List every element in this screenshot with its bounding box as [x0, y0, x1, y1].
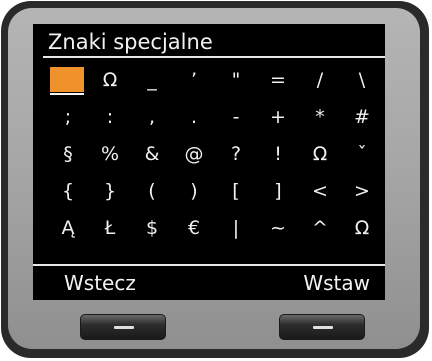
title-divider — [43, 56, 385, 58]
char-cell[interactable]: ^ — [299, 210, 341, 247]
char-cell[interactable]: $ — [131, 210, 173, 247]
char-cell[interactable]: > — [341, 173, 383, 210]
char-cell[interactable]: Ą — [47, 210, 89, 247]
softkey-divider — [33, 264, 385, 266]
selection-highlight — [50, 67, 84, 92]
char-cell[interactable]: Ω — [299, 136, 341, 173]
screen-title: Znaki specjalne — [48, 30, 213, 54]
char-cell[interactable]: | — [215, 210, 257, 247]
char-cell[interactable]: ’ — [173, 62, 215, 99]
char-cell[interactable]: } — [89, 173, 131, 210]
grid-row-3: § % & @ ? ! Ω ˇ — [47, 136, 383, 173]
char-cell[interactable]: & — [131, 136, 173, 173]
char-cell[interactable]: " — [215, 62, 257, 99]
grid-row-4: { } ( ) [ ] < > — [47, 173, 383, 210]
minus-icon — [114, 326, 134, 329]
char-cell[interactable]: % — [89, 136, 131, 173]
char-cell[interactable]: _ — [131, 62, 173, 99]
char-cell[interactable]: ) — [173, 173, 215, 210]
char-cell[interactable]: : — [89, 99, 131, 136]
right-softkey-button[interactable] — [279, 314, 365, 340]
grid-row-2: ; : , . - + * # — [47, 99, 383, 136]
left-softkey-button[interactable] — [80, 314, 166, 340]
char-cell[interactable]: ? — [215, 136, 257, 173]
char-cell[interactable]: \ — [341, 62, 383, 99]
char-cell[interactable]: - — [215, 99, 257, 136]
display-screen: Znaki specjalne Ω _ ’ " = / \ ; : , . - … — [33, 24, 385, 300]
char-cell[interactable]: @ — [173, 136, 215, 173]
minus-icon — [313, 326, 333, 329]
char-cell[interactable]: * — [299, 99, 341, 136]
grid-row-1: Ω _ ’ " = / \ — [47, 62, 383, 99]
char-cell[interactable]: € — [173, 210, 215, 247]
char-cell[interactable]: Ω — [89, 62, 131, 99]
char-cell-space-selected[interactable] — [47, 62, 89, 99]
char-cell[interactable]: [ — [215, 173, 257, 210]
softkey-back-label: Wstecz — [64, 271, 136, 295]
char-cell[interactable]: Ł — [89, 210, 131, 247]
char-cell[interactable]: ; — [47, 99, 89, 136]
char-cell[interactable]: , — [131, 99, 173, 136]
char-cell[interactable]: ( — [131, 173, 173, 210]
char-cell[interactable]: ! — [257, 136, 299, 173]
grid-row-5: Ą Ł $ € | ~ ^ Ω — [47, 210, 383, 247]
softkey-insert-label: Wstaw — [303, 271, 370, 295]
char-cell[interactable]: . — [173, 99, 215, 136]
char-cell[interactable]: + — [257, 99, 299, 136]
char-cell[interactable]: Ω — [341, 210, 383, 247]
char-cell[interactable]: # — [341, 99, 383, 136]
char-cell[interactable]: ˇ — [341, 136, 383, 173]
char-cell[interactable]: ~ — [257, 210, 299, 247]
char-cell[interactable]: § — [47, 136, 89, 173]
char-cell[interactable]: / — [299, 62, 341, 99]
cursor-underline — [50, 93, 84, 95]
char-cell[interactable]: < — [299, 173, 341, 210]
char-cell[interactable]: ] — [257, 173, 299, 210]
special-characters-grid: Ω _ ’ " = / \ ; : , . - + * # § % & @ ? … — [47, 62, 383, 247]
char-cell[interactable]: = — [257, 62, 299, 99]
char-cell[interactable]: { — [47, 173, 89, 210]
